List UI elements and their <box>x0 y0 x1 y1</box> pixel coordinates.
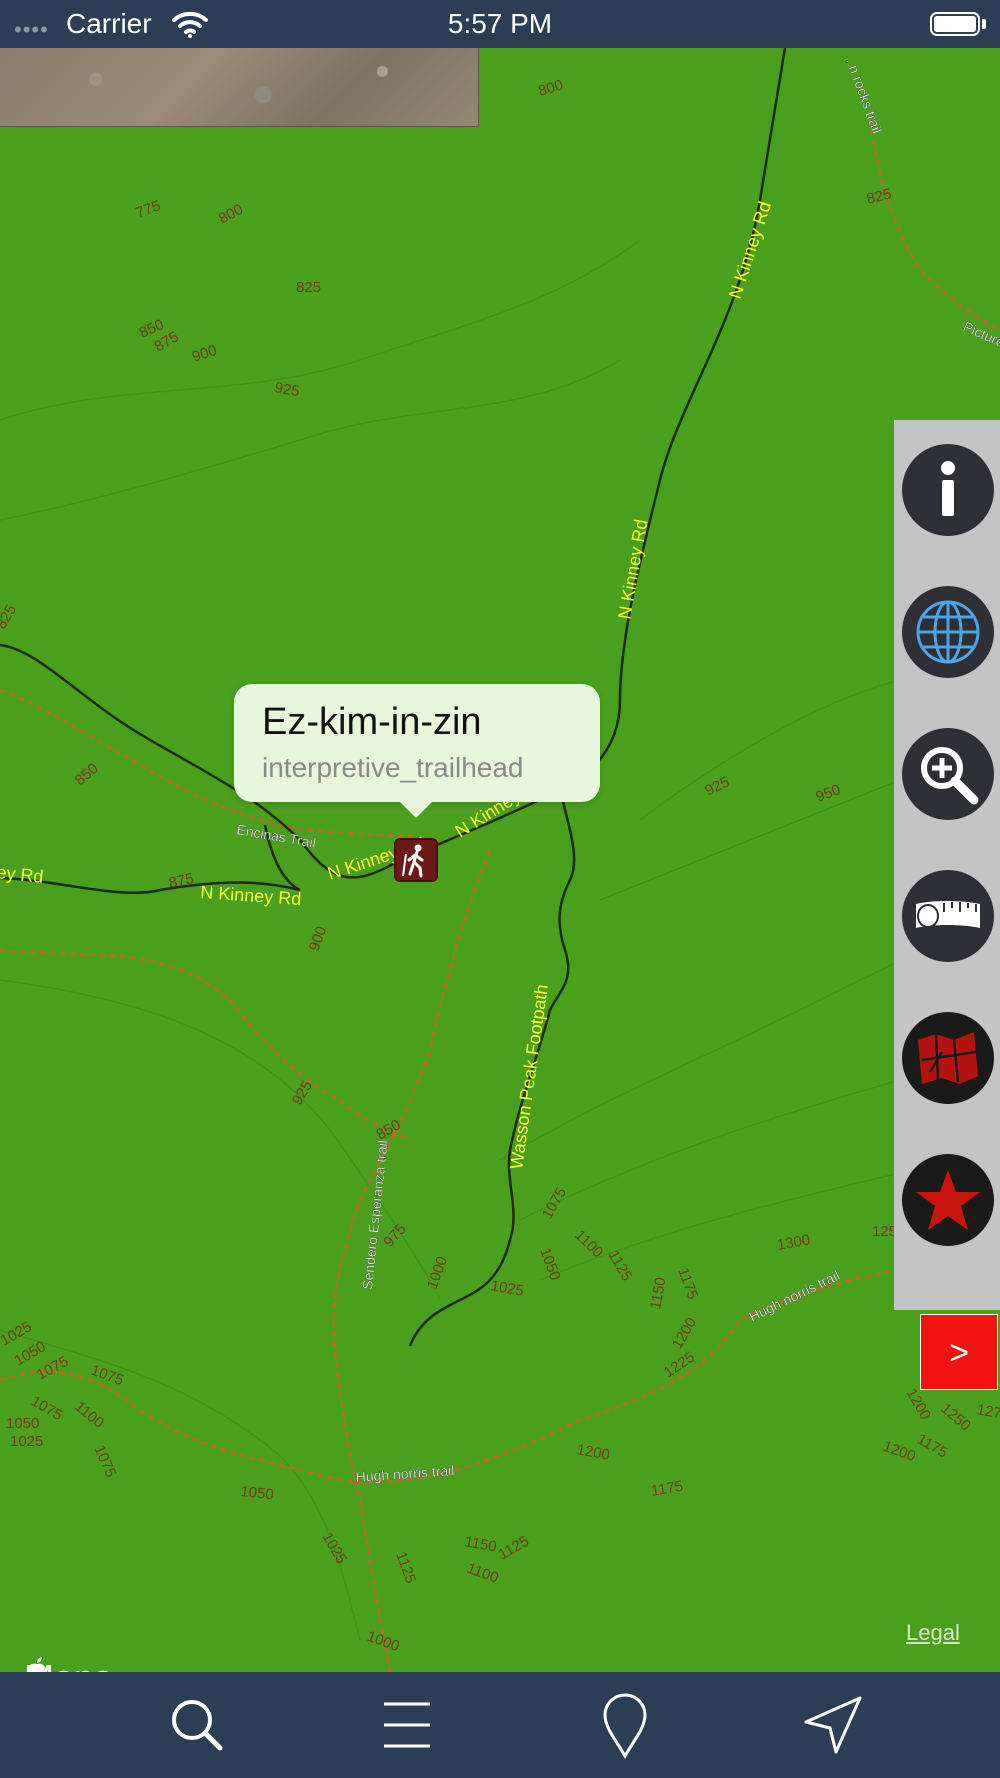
pin-icon <box>603 1693 647 1760</box>
contour-label: 900 <box>190 342 219 366</box>
contour-label: 1150 <box>463 1533 498 1555</box>
menu-icon <box>384 1702 430 1748</box>
contour-label: 825 <box>0 602 20 632</box>
trail-label: Hugh norris trail <box>746 1267 842 1325</box>
globe-button[interactable] <box>902 586 994 678</box>
contour-label: 800 <box>536 77 565 100</box>
contour-label: 1050 <box>6 1415 39 1432</box>
contour-label: 1075 <box>89 1362 126 1389</box>
trail-line <box>0 948 411 1142</box>
contour-label: 127 <box>975 1401 1000 1422</box>
map-layers-icon <box>918 1032 978 1084</box>
contour-label: 1175 <box>674 1266 701 1302</box>
contour-label: 1000 <box>424 1254 451 1291</box>
star-icon <box>916 1170 980 1230</box>
contour-label: 1100 <box>71 1398 107 1432</box>
road-label: Wasson Peak Footpath <box>506 983 552 1170</box>
contour-label: 1125 <box>392 1550 419 1586</box>
zoom-in-icon <box>921 747 979 805</box>
contour-label: 900 <box>306 924 331 953</box>
contour-label: 1025 <box>489 1277 525 1300</box>
zoom-button[interactable] <box>902 728 994 820</box>
search-icon <box>172 1700 223 1751</box>
road-label: ey Rd <box>0 862 44 887</box>
road-label: N Kinney Rd <box>725 199 775 301</box>
trail-label: Encinas Trail <box>235 821 317 851</box>
contour-label: 825 <box>296 279 321 296</box>
battery-tip <box>982 19 986 29</box>
map-view[interactable]: N Kinney Rd N Kinney Rd N Kinney Rd N Ki… <box>0 48 1000 1672</box>
contour-label: 1175 <box>914 1431 950 1462</box>
contour-label: 800 <box>216 201 246 228</box>
measure-button[interactable] <box>902 870 994 962</box>
trail-line <box>868 119 1000 332</box>
legal-link[interactable]: Legal <box>906 1620 960 1646</box>
contour-label: 1100 <box>465 1560 501 1587</box>
trail-label: Hugh norris trail <box>355 1462 455 1485</box>
tab-bar <box>0 1672 1000 1778</box>
contour-label: 875 <box>167 870 195 892</box>
menu-tab[interactable] <box>372 1690 442 1760</box>
map-layers-button[interactable] <box>902 1012 994 1104</box>
contour-label: 1175 <box>650 1478 685 1500</box>
contour-label: 1050 <box>240 1483 275 1503</box>
contour-label: 1000 <box>365 1628 402 1655</box>
location-tab[interactable] <box>798 1690 868 1760</box>
measure-tape-icon <box>916 901 980 928</box>
contour-label: 1075 <box>90 1443 119 1480</box>
trail-label: Sendero Esperanza trail <box>359 1139 391 1290</box>
contour-label: 850 <box>72 760 102 789</box>
contour-label: 925 <box>702 773 732 799</box>
contour-label: 925 <box>289 1078 316 1108</box>
callout-subtitle: interpretive_trailhead <box>262 752 524 783</box>
favorites-button[interactable] <box>902 1154 994 1246</box>
contour-label: 775 <box>134 197 163 222</box>
contour-label: 1200 <box>903 1386 934 1423</box>
hiker-icon[interactable] <box>394 838 438 882</box>
battery-icon <box>930 12 980 36</box>
contour-label: 850 <box>374 1116 404 1143</box>
location-arrow-icon <box>804 1696 862 1754</box>
apple-logo-icon <box>26 1657 46 1672</box>
contour-lines <box>0 239 1000 1641</box>
contour-label: 1250 <box>937 1400 973 1434</box>
contour-label: 825 <box>865 185 893 208</box>
contour-label: 1225 <box>661 1349 698 1382</box>
contour-label: 1125 <box>496 1533 532 1564</box>
clock: 5:57 PM <box>447 8 553 39</box>
contour-label: 1025 <box>10 1433 43 1450</box>
poi-callout[interactable]: Ez-kim-in-zin interpretive_trailhead <box>234 684 600 818</box>
contour-label: 1200 <box>881 1438 918 1465</box>
callout-title: Ez-kim-in-zin <box>262 701 482 743</box>
road-label: N Kinney Rd <box>614 518 651 621</box>
info-icon <box>941 461 955 516</box>
contour-label: 975 <box>380 1221 409 1251</box>
contour-label: 1075 <box>539 1185 570 1222</box>
search-tab[interactable] <box>162 1690 232 1760</box>
map-tools-panel <box>894 420 1000 1310</box>
hiker-glyph <box>402 844 424 878</box>
pin-tab[interactable] <box>590 1690 660 1760</box>
collapse-toolbar-button[interactable]: > <box>920 1314 998 1390</box>
status-bar: •••• Carrier 5:57 PM <box>0 0 1000 48</box>
contour-label: 1025 <box>319 1530 350 1567</box>
contour-label: 1300 <box>776 1231 812 1254</box>
info-button[interactable] <box>902 444 994 536</box>
map-overlay: N Kinney Rd N Kinney Rd N Kinney Rd N Ki… <box>0 48 1000 1672</box>
contour-label: 925 <box>273 379 301 400</box>
contour-label: 1150 <box>647 1276 669 1311</box>
trail-label: ..n rocks trail <box>843 56 885 136</box>
globe-icon <box>916 600 980 664</box>
contour-label: 950 <box>814 781 843 806</box>
contour-label: 1200 <box>575 1441 611 1464</box>
maps-attribution: Maps <box>24 1656 112 1672</box>
contour-label: 1125 <box>605 1248 636 1284</box>
contour-label: 1050 <box>536 1246 563 1283</box>
contour-label: 1200 <box>669 1315 700 1352</box>
trail-label: Picture <box>961 318 1000 350</box>
